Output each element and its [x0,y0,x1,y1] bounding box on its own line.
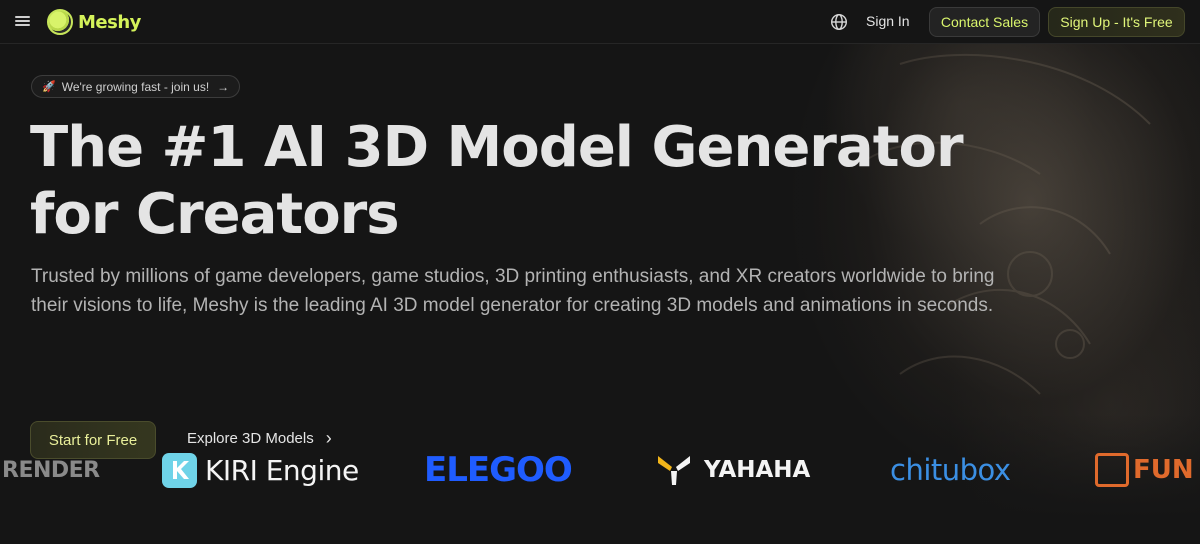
kiri-logo-mark [162,452,197,488]
partner-logo-kiri-engine: KIRI Engine [162,448,359,492]
partner-name-chitubox: chitubox [890,453,1011,487]
partner-logo-yahaha: YAHAHA [656,448,810,492]
partner-name-kiri: KIRI Engine [205,453,359,487]
top-nav: Meshy Sign In Contact Sales Sign Up - It… [0,0,1200,44]
partner-name-elegoo: ELEGOO [424,450,573,490]
partner-name-fun: FUN [1133,455,1194,485]
rocket-icon: 🚀 [42,81,56,93]
hero-title: The #1 AI 3D Model Generator for Creator… [30,114,964,248]
announcement-text: We're growing fast - join us! [61,79,210,94]
partner-logo-fun: FUN [1095,448,1194,492]
partner-logo-chitubox: chitubox [890,448,1011,492]
explore-link-label: Explore 3D Models [187,430,314,447]
globe-icon[interactable] [830,13,848,31]
hero-subtitle: Trusted by millions of game developers, … [31,266,995,316]
meshy-logo-mark [47,9,73,35]
start-for-free-button[interactable]: Start for Free [30,421,156,459]
partner-name-yahaha: YAHAHA [704,457,811,483]
brand-name: Meshy [78,11,141,33]
partner-name-render: RENDER [2,457,100,483]
partner-logo-elegoo: ELEGOO [424,448,573,492]
explore-3d-models-link[interactable]: Explore 3D Models › [187,428,332,448]
hero-title-line-1: The #1 AI 3D Model Generator [30,115,964,180]
sign-in-link[interactable]: Sign In [866,13,910,29]
arrow-right-icon: → [217,79,230,94]
menu-icon[interactable] [14,13,32,31]
announcement-pill[interactable]: 🚀 We're growing fast - join us! → [31,75,241,98]
fun-logo-mark [1095,453,1129,487]
contact-sales-button[interactable]: Contact Sales [929,7,1040,37]
yahaha-logo-mark [658,456,690,485]
hero-title-line-2: for Creators [30,182,400,247]
partner-logos: RENDER KIRI Engine ELEGOO YAHAHA chitubo… [0,448,1200,492]
brand-logo[interactable]: Meshy [47,9,141,35]
sign-up-button[interactable]: Sign Up - It's Free [1048,7,1185,37]
chevron-right-icon: › [325,428,332,448]
